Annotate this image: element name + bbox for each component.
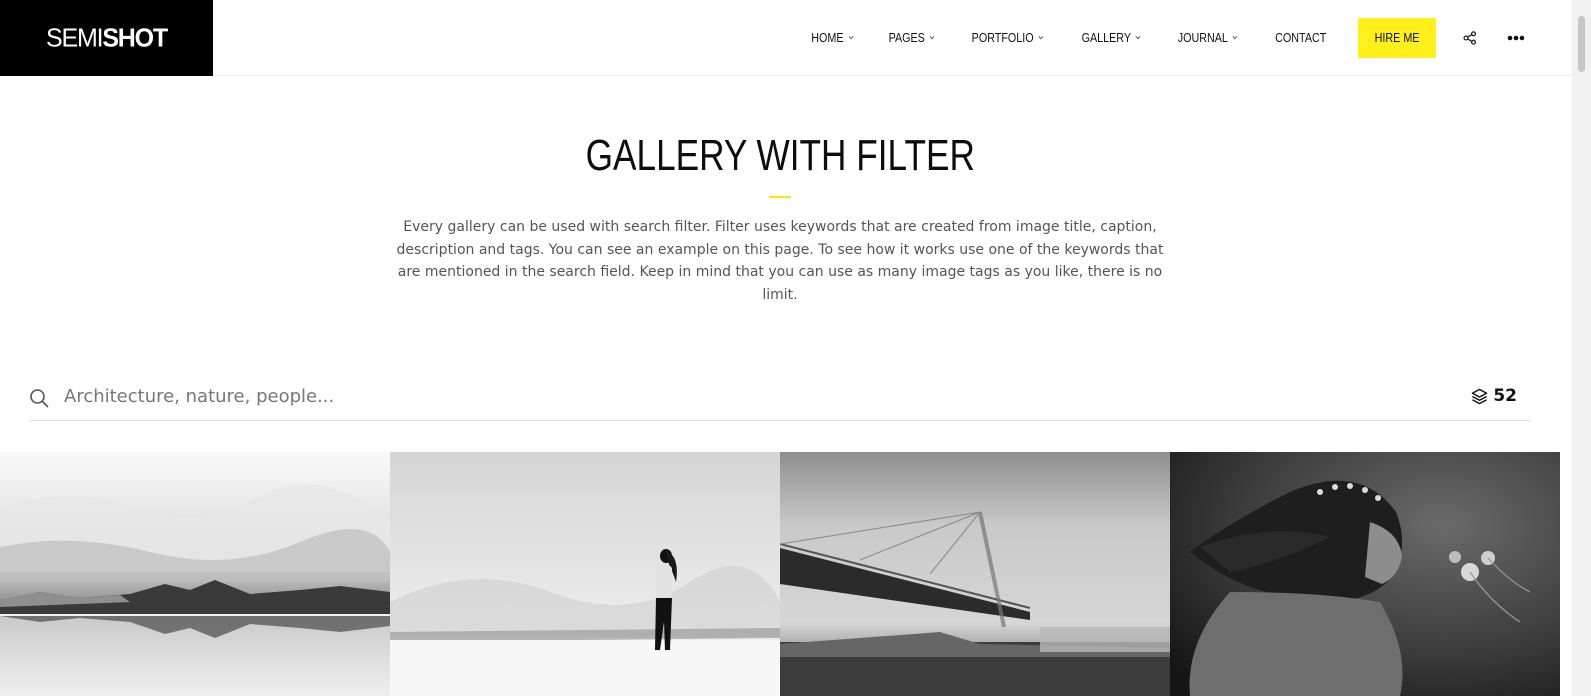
image-count: 52 <box>1471 386 1517 406</box>
gallery-grid <box>0 452 1560 696</box>
site-header: SEMISHOT HOME PAGES PORTFOLIO GALLERY JO… <box>0 0 1572 76</box>
nav-item-contact[interactable]: CONTACT <box>1275 0 1326 76</box>
title-divider <box>769 196 791 198</box>
scrollbar[interactable] <box>1572 0 1591 696</box>
chevron-down-icon <box>848 33 854 40</box>
logo-text: SEMISHOT <box>46 22 168 53</box>
share-icon[interactable] <box>1458 26 1482 50</box>
gallery-image-woman-in-snow[interactable] <box>390 452 780 696</box>
layers-icon <box>1472 388 1488 404</box>
nav-item-portfolio[interactable]: PORTFOLIO <box>971 0 1043 76</box>
more-icon[interactable] <box>1504 26 1528 50</box>
main-nav: HOME PAGES PORTFOLIO GALLERY JOURNAL CON… <box>778 0 1528 76</box>
chevron-down-icon <box>1038 33 1043 40</box>
gallery-image-mountain-lake[interactable] <box>0 452 390 696</box>
nav-item-journal[interactable]: JOURNAL <box>1178 0 1238 76</box>
nav-item-pages[interactable]: PAGES <box>888 0 935 76</box>
chevron-down-icon <box>1232 33 1238 40</box>
chevron-down-icon <box>929 33 935 40</box>
nav-item-home[interactable]: HOME <box>811 0 854 76</box>
gallery-image-bridge-in-fog[interactable] <box>780 452 1170 696</box>
hire-me-button[interactable]: HIRE ME <box>1358 18 1436 58</box>
page-description: Every gallery can be used with search fi… <box>396 219 1164 303</box>
chevron-down-icon <box>1135 33 1141 40</box>
gallery-image-girl-with-flowers[interactable] <box>1170 452 1560 696</box>
search-input[interactable] <box>64 381 964 411</box>
scrollbar-thumb[interactable] <box>1578 16 1585 72</box>
search-bar: 52 <box>29 374 1531 421</box>
search-icon <box>30 389 49 408</box>
logo[interactable]: SEMISHOT <box>0 0 213 76</box>
page-title: GALLERY WITH FILTER <box>585 131 975 180</box>
nav-item-gallery[interactable]: GALLERY <box>1081 0 1141 76</box>
